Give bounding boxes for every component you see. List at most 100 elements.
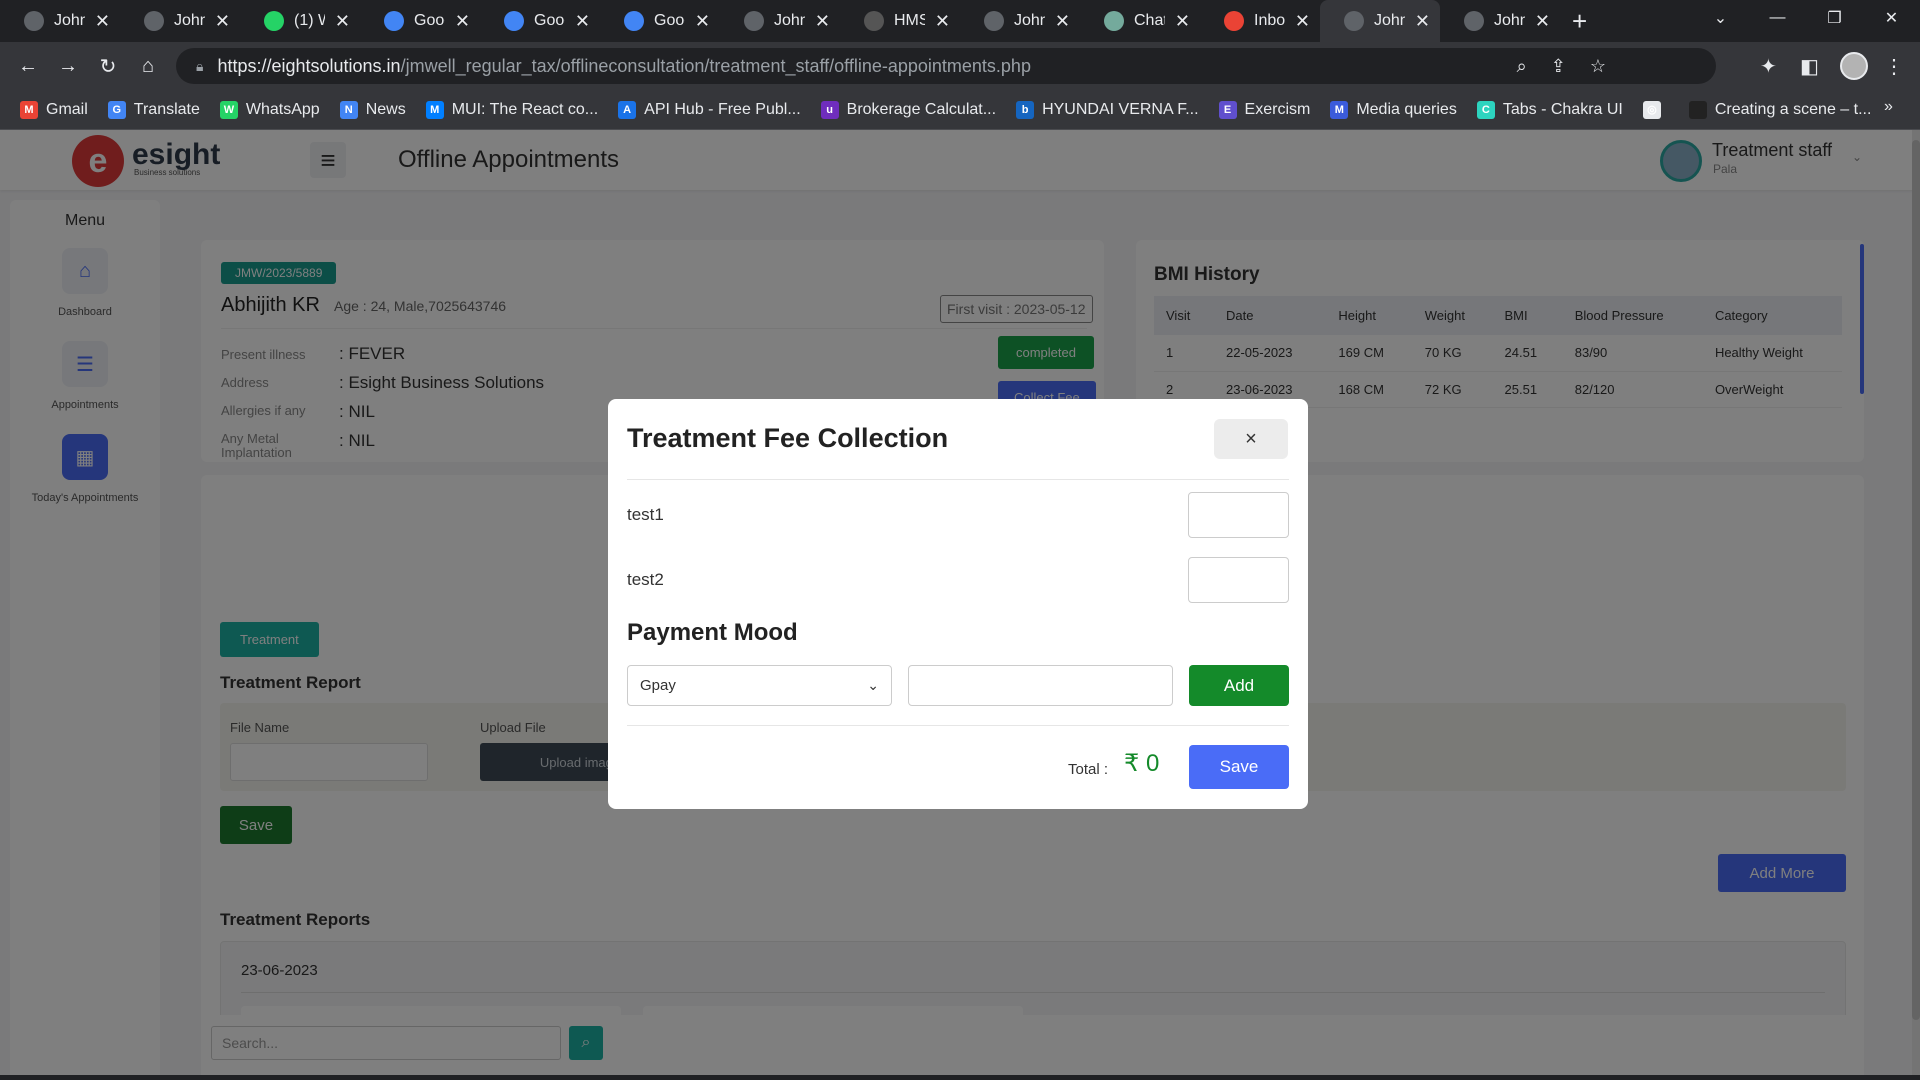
bookmark-favicon-icon: M: [1330, 100, 1349, 119]
bookmark-label: Gmail: [46, 100, 88, 118]
minimize-icon[interactable]: —: [1749, 0, 1806, 36]
tab-title: ChatG: [1134, 12, 1165, 29]
bookmark-label: HYUNDAI VERNA F...: [1042, 100, 1199, 118]
browser-tab[interactable]: John M ✕: [960, 0, 1080, 42]
bookmark-item[interactable]: E Exercism: [1218, 100, 1311, 119]
new-tab-icon[interactable]: +: [1572, 6, 1587, 37]
close-tab-icon[interactable]: ✕: [1295, 11, 1310, 32]
side-panel-icon[interactable]: ◧: [1800, 54, 1819, 79]
globe-icon: [1464, 11, 1484, 31]
close-tab-icon[interactable]: ✕: [455, 11, 470, 32]
browser-tab[interactable]: HMS I ✕: [840, 0, 960, 42]
browser-toolbar: ← → ↻ ⌂ 🔒︎ https://eightsolutions.in/jmw…: [0, 42, 1920, 90]
tab-title: Googl: [414, 12, 445, 29]
close-tab-icon[interactable]: ✕: [1415, 11, 1430, 32]
tab-title: John M: [54, 12, 85, 29]
total-label: Total :: [1068, 761, 1109, 778]
more-bookmarks-icon[interactable]: »: [1884, 98, 1893, 116]
whatsapp-icon: [264, 11, 284, 31]
reload-icon[interactable]: ↻: [88, 54, 128, 79]
globe-icon: [24, 11, 44, 31]
bookmark-favicon-icon: W: [219, 100, 238, 119]
bookmark-item[interactable]: M MUI: The React co...: [425, 100, 598, 119]
close-tab-icon[interactable]: ✕: [575, 11, 590, 32]
bookmark-item[interactable]: N News: [339, 100, 406, 119]
bookmark-item[interactable]: u Brokerage Calculat...: [820, 100, 996, 119]
close-tab-icon[interactable]: ✕: [335, 11, 350, 32]
extensions-icon[interactable]: ✦: [1760, 54, 1777, 79]
bookmark-label: Media queries: [1356, 100, 1457, 118]
browser-tab[interactable]: John M ✕: [1440, 0, 1560, 42]
bookmark-item[interactable]: M Gmail: [20, 100, 88, 119]
bookmark-item[interactable]: C Tabs - Chakra UI: [1476, 100, 1623, 119]
restore-icon[interactable]: ❐: [1806, 0, 1863, 36]
globe-icon: [1344, 11, 1364, 31]
bookmark-item[interactable]: G Translate: [107, 100, 200, 119]
web-page: e esight Business solutions ≡ Offline Ap…: [0, 130, 1920, 1075]
tab-title: John M: [174, 12, 205, 29]
bookmark-label: News: [365, 100, 406, 118]
close-tab-icon[interactable]: ✕: [935, 11, 950, 32]
browser-tab[interactable]: John M ✕: [0, 0, 120, 42]
close-tab-icon[interactable]: ✕: [95, 11, 110, 32]
bookmark-favicon-icon: b: [1016, 100, 1035, 119]
divider: [627, 479, 1289, 480]
tab-search-icon[interactable]: ⌄: [1692, 0, 1749, 36]
browser-tab[interactable]: John M ✕: [720, 0, 840, 42]
close-tab-icon[interactable]: ✕: [815, 11, 830, 32]
browser-tab[interactable]: Inbox ✕: [1200, 0, 1320, 42]
close-tab-icon[interactable]: ✕: [215, 11, 230, 32]
bookmark-favicon-icon: M: [425, 100, 444, 119]
close-tab-icon[interactable]: ✕: [1535, 11, 1550, 32]
bookmark-label: Exercism: [1244, 100, 1311, 118]
modal-save-button[interactable]: Save: [1189, 745, 1289, 789]
bookmark-favicon-icon: M: [20, 100, 38, 119]
back-icon[interactable]: ←: [8, 55, 48, 78]
zoom-icon[interactable]: ⌕: [1517, 56, 1527, 77]
profile-avatar[interactable]: [1840, 52, 1868, 80]
close-window-icon[interactable]: ✕: [1863, 0, 1920, 36]
close-tab-icon[interactable]: ✕: [1175, 11, 1190, 32]
browser-tab[interactable]: (1) Wh ✕: [240, 0, 360, 42]
browser-tab[interactable]: Googl ✕: [480, 0, 600, 42]
share-icon[interactable]: ⇪: [1551, 56, 1566, 77]
globe-icon: [984, 11, 1004, 31]
home-icon[interactable]: ⌂: [128, 55, 168, 78]
tab-title: HMS I: [894, 12, 925, 29]
payment-mode-heading: Payment Mood: [627, 619, 798, 646]
bookmark-item[interactable]: ◎: [1642, 100, 1669, 119]
bookmark-favicon-icon: N: [339, 100, 358, 119]
fee-input[interactable]: [1188, 557, 1289, 603]
browser-tab[interactable]: Googl ✕: [360, 0, 480, 42]
chatgpt-icon: [1104, 11, 1124, 31]
bookmark-item[interactable]: b HYUNDAI VERNA F...: [1016, 100, 1199, 119]
divider: [627, 725, 1289, 726]
tab-title: (1) Wh: [294, 12, 325, 29]
browser-tab[interactable]: Googl ✕: [600, 0, 720, 42]
bookmark-star-icon[interactable]: ☆: [1590, 56, 1606, 77]
chrome-menu-icon[interactable]: ⋮: [1884, 54, 1904, 79]
close-tab-icon[interactable]: ✕: [1055, 11, 1070, 32]
bookmark-item[interactable]: W WhatsApp: [219, 100, 320, 119]
payment-mode-value: Gpay: [640, 677, 676, 694]
forward-icon[interactable]: →: [48, 55, 88, 78]
bookmark-item[interactable]: Creating a scene – t...: [1688, 100, 1871, 119]
payment-amount-input[interactable]: [908, 665, 1173, 706]
browser-tab[interactable]: John M ✕: [120, 0, 240, 42]
globe-icon: [744, 11, 764, 31]
close-tab-icon[interactable]: ✕: [695, 11, 710, 32]
tab-title: Googl: [534, 12, 565, 29]
address-bar[interactable]: 🔒︎ https://eightsolutions.in/jmwell_regu…: [176, 48, 1716, 84]
close-icon[interactable]: ×: [1214, 419, 1288, 459]
add-button[interactable]: Add: [1189, 665, 1289, 706]
bookmark-favicon-icon: ◎: [1642, 100, 1661, 119]
bookmark-favicon-icon: A: [618, 100, 637, 119]
bookmark-item[interactable]: A API Hub - Free Publ...: [618, 100, 801, 119]
bookmark-label: API Hub - Free Publ...: [644, 100, 801, 118]
browser-tab[interactable]: ChatG ✕: [1080, 0, 1200, 42]
fee-input[interactable]: [1188, 492, 1289, 538]
payment-mode-select[interactable]: Gpay ⌄: [627, 665, 892, 706]
chevron-down-icon: ⌄: [867, 677, 879, 693]
browser-tab[interactable]: John M ✕: [1320, 0, 1440, 42]
bookmark-item[interactable]: M Media queries: [1330, 100, 1457, 119]
